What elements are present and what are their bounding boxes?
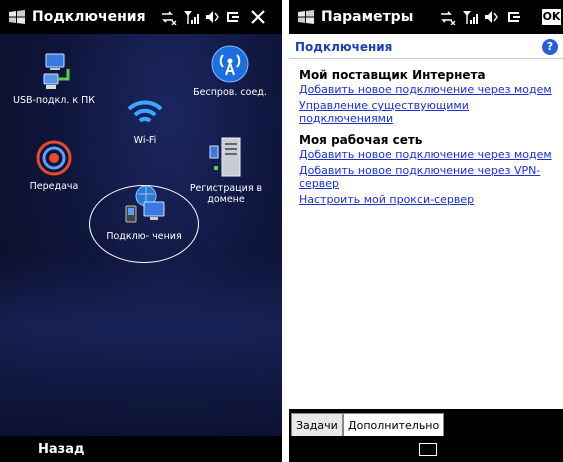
ok-button[interactable]: OK [542,9,561,25]
softkey-bar: Назад [0,436,282,462]
section-isp-title: Мой поставщик Интернета [299,68,486,82]
keyboard-icon[interactable] [419,443,437,456]
tile-wifi[interactable]: Wi-Fi [110,92,180,146]
link-text: Управление существующими [299,99,469,112]
beam-icon [36,140,72,176]
help-icon[interactable]: ? [542,39,558,55]
status-icons [162,10,265,25]
tile-beam[interactable]: Передача [14,138,94,192]
tile-label: Беспров. соед. [193,87,267,98]
tab-tasks[interactable]: Задачи [291,413,343,437]
battery-icon [508,12,520,22]
link-text: Настроить мой прокси-сервер [299,193,475,206]
signal-icon [463,11,478,24]
usb-pc-icon [43,53,70,89]
link-add-modem-isp[interactable]: Добавить новое подключение через модем [299,83,557,96]
connections-screen: Подключения USB-подкл. к ПК Беспров. сое… [0,0,282,462]
background-glow [0,255,282,435]
link-add-modem-work[interactable]: Добавить новое подключение через модем [299,148,557,161]
title-bar: Подключения [0,0,282,34]
link-text: Добавить новое подключение через VPN- [299,164,541,177]
windows-start-icon[interactable] [297,9,315,25]
tile-wireless[interactable]: Беспров. соед. [180,44,280,98]
connections-icon [125,185,165,223]
tile-usb[interactable]: USB-подкл. к ПК [6,52,102,106]
softkey-bar [289,436,563,462]
status-icons [441,11,520,25]
title-bar: Параметры OK [289,0,563,34]
link-manage-connections[interactable]: Управление существующими подключениями [299,99,557,125]
link-add-vpn[interactable]: Добавить новое подключение через VPN- се… [299,164,557,190]
section-header: Подключения ? [289,34,563,59]
settings-content: Мой поставщик Интернета Добавить новое п… [299,68,557,209]
section-work-title: Моя рабочая сеть [299,133,423,147]
signal-icon [184,11,199,24]
link-text: Добавить новое подключение через модем [299,148,552,161]
link-proxy[interactable]: Настроить мой прокси-сервер [299,193,557,206]
link-text: Добавить новое подключение через модем [299,83,552,96]
tab-strip: Задачи Дополнительно [289,409,563,437]
header-title: Подключения [295,40,393,54]
tile-label: Передача [29,181,79,192]
tile-domain[interactable]: Регистрация в домене [172,136,280,205]
speaker-icon [485,11,498,23]
settings-screen: Параметры OK Подключения ? Мой поставщик… [289,0,563,462]
server-icon [209,137,241,177]
windows-start-icon[interactable] [8,9,26,25]
tile-label: Подклю- чения [106,231,182,242]
wifi-icon [127,100,163,123]
page-title: Подключения [32,9,146,25]
tab-advanced[interactable]: Дополнительно [343,413,445,437]
link-text-line2: подключениями [299,112,394,125]
back-button[interactable]: Назад [38,442,84,457]
speaker-icon [206,11,219,23]
page-title: Параметры [321,9,414,25]
tile-label: USB-подкл. к ПК [12,95,96,106]
wireless-icon [211,45,249,83]
tile-label: Регистрация в [189,183,263,194]
tile-label: Wi-Fi [133,135,157,146]
tile-connections[interactable]: Подклю- чения [100,184,188,242]
connectivity-icon [441,11,456,25]
connectivity-icon [162,11,177,25]
close-icon [251,10,265,24]
battery-icon [227,12,239,22]
link-text-line2: сервер [299,177,340,190]
